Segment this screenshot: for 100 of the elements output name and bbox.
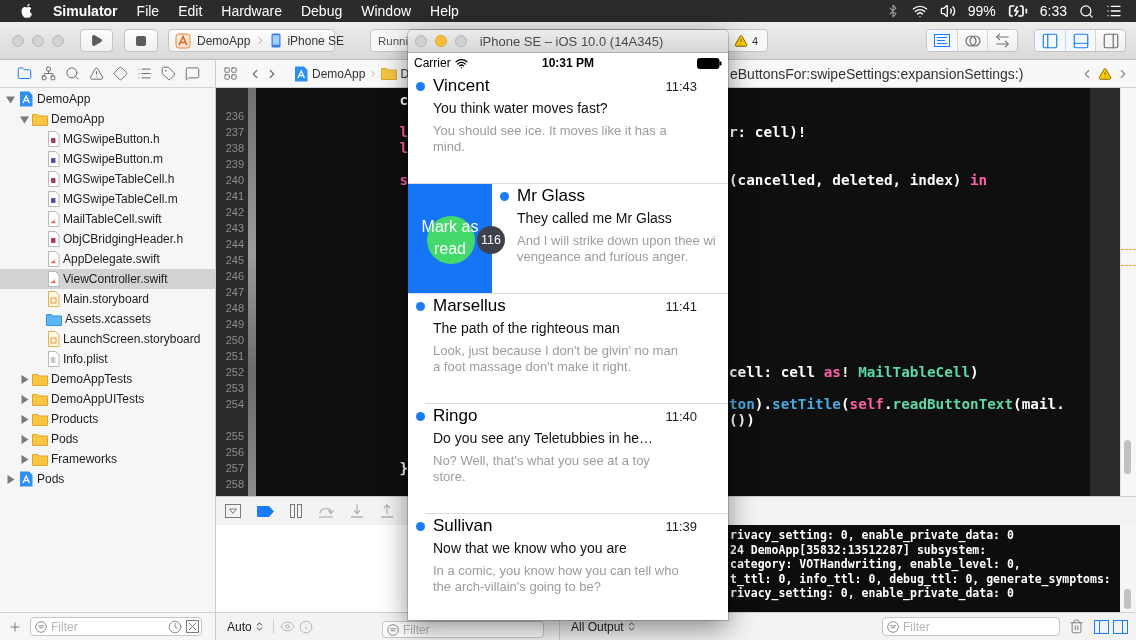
disclosure-triangle-icon[interactable] (5, 94, 15, 104)
wifi-icon[interactable] (911, 3, 928, 19)
scrollbar-thumb[interactable] (1124, 589, 1131, 609)
tree-row[interactable]: Pods (0, 469, 215, 489)
scrollbar-track[interactable] (1120, 88, 1136, 496)
apple-icon[interactable] (20, 3, 34, 19)
console-view-icon[interactable] (1113, 619, 1128, 634)
tree-row[interactable]: MGSwipeTableCell.m (0, 189, 215, 209)
breakpoint-icon[interactable] (257, 505, 274, 517)
menu-bar-clock[interactable]: 6:33 (1039, 0, 1067, 22)
disclosure-triangle-icon[interactable] (19, 454, 29, 464)
navigator-tab[interactable] (40, 65, 56, 82)
project-icon (293, 65, 309, 82)
navigator-tab[interactable] (64, 65, 80, 82)
navigator-tab[interactable] (16, 65, 32, 82)
collapse-icon[interactable] (225, 504, 241, 518)
menu-item[interactable]: Edit (178, 0, 203, 22)
sender-name: Mr Glass (517, 186, 585, 206)
scrollbar-track[interactable] (1120, 525, 1136, 612)
tree-row[interactable]: MailTableCell.swift (0, 209, 215, 229)
clock-icon[interactable] (168, 619, 182, 634)
tree-row[interactable]: MGSwipeButton.h (0, 129, 215, 149)
file-name: MGSwipeButton.h (63, 132, 160, 146)
tree-row[interactable]: Info.plist (0, 349, 215, 369)
navigator-tab[interactable] (136, 65, 152, 82)
code-text: ()) (728, 412, 755, 428)
warning-icon[interactable] (733, 33, 748, 48)
tree-row[interactable]: MGSwipeTableCell.h (0, 169, 215, 189)
filter-field[interactable]: Filter (30, 617, 202, 636)
folder-icon (16, 66, 32, 81)
filter-toggle-icon[interactable] (186, 620, 199, 633)
step-out-icon[interactable] (380, 504, 394, 518)
run-button[interactable] (80, 29, 113, 52)
output-selector[interactable]: All Output (571, 619, 637, 634)
disclosure-triangle-icon[interactable] (19, 374, 29, 384)
destination-button[interactable]: iPhone SE (269, 30, 347, 51)
tree-row[interactable]: Pods (0, 429, 215, 449)
menu-item[interactable]: Window (361, 0, 412, 22)
source-file-icon (46, 191, 60, 207)
scheme-button[interactable]: DemoApp (173, 30, 253, 51)
tree-row[interactable]: Main.storyboard (0, 289, 215, 309)
app-menu[interactable]: Simulator (53, 0, 118, 22)
grid-icon[interactable] (223, 66, 238, 81)
warning-icon[interactable] (1098, 66, 1112, 81)
scope-selector[interactable]: Auto (227, 619, 265, 634)
app-icon (175, 32, 191, 49)
navigator-tab[interactable] (88, 65, 104, 82)
mail-subject: Do you see any Teletubbies in he… (433, 429, 653, 447)
tree-row[interactable]: Assets.xcassets (0, 309, 215, 329)
menu-item[interactable]: Hardware (221, 0, 282, 22)
tree-row[interactable]: ViewController.swift (0, 269, 215, 289)
disclosure-triangle-icon[interactable] (5, 474, 15, 484)
disclosure-triangle-icon[interactable] (19, 394, 29, 404)
code-folding-ribbon[interactable] (248, 88, 256, 496)
tree-row[interactable]: LaunchScreen.storyboard (0, 329, 215, 349)
plist-file-icon (46, 351, 60, 367)
warning-marker (1121, 249, 1136, 251)
menu-item[interactable]: File (136, 0, 160, 22)
filter-field[interactable]: Filter (382, 621, 544, 638)
scrollbar-thumb[interactable] (1124, 440, 1131, 474)
line-number: 254 (224, 397, 245, 412)
tree-row[interactable]: MGSwipeButton.m (0, 149, 215, 169)
tree-row[interactable]: DemoApp (0, 89, 215, 109)
file-name: Main.storyboard (63, 292, 150, 306)
disclosure-triangle-icon[interactable] (19, 434, 29, 444)
tree-row[interactable]: AppDelegate.swift (0, 249, 215, 269)
disclosure-triangle-icon[interactable] (19, 114, 29, 124)
search-icon[interactable] (1079, 3, 1094, 19)
menu-item[interactable]: Debug (300, 0, 343, 22)
tree-row[interactable]: DemoAppTests (0, 369, 215, 389)
tree-row[interactable]: Products (0, 409, 215, 429)
variables-view-icon[interactable] (1094, 619, 1109, 634)
navigator-tab[interactable] (112, 65, 128, 82)
warning-count: 4 (751, 34, 758, 47)
tree-row[interactable]: Frameworks (0, 449, 215, 469)
navigator-tab[interactable] (184, 65, 200, 82)
folder-icon (32, 432, 48, 446)
list-icon[interactable] (1106, 3, 1122, 19)
mail-row[interactable]: Ringo 11:40 Do you see any Teletubbies in he… No? Well, that's what you see at a toy store. (408, 403, 728, 513)
filter-field[interactable]: Filter (882, 617, 1060, 636)
trash-icon[interactable] (1069, 619, 1084, 634)
navigator-tab[interactable] (160, 65, 176, 82)
editor-mode-button[interactable] (927, 30, 957, 51)
panel-toggle-button[interactable] (1035, 30, 1065, 51)
menu-item[interactable]: Help (430, 0, 459, 22)
path-item[interactable]: DemoApp (293, 65, 366, 82)
path-item[interactable]: D (381, 66, 408, 81)
volume-icon[interactable] (939, 3, 956, 19)
panel-toggle-button[interactable] (1065, 30, 1095, 51)
tree-row[interactable]: DemoApp (0, 109, 215, 129)
disclosure-triangle-icon[interactable] (19, 414, 29, 424)
mail-row[interactable]: Sullivan 11:39 Now that we know who you are In a comic, you know how you can tell who the arch-villain's going to be? (408, 513, 728, 620)
mail-row[interactable]: Marsellus 11:41 The path of the righteous man Look, just because I don't be givin' no man a foot massage don't make it right. (408, 293, 728, 403)
stop-button[interactable] (124, 29, 158, 52)
mail-row[interactable]: Vincent 11:43 You think water moves fast? You should see ice. It moves like it has a mind. (408, 73, 728, 183)
tree-row[interactable]: DemoAppUITests (0, 389, 215, 409)
pause-icon[interactable] (290, 504, 302, 518)
mail-time: 11:41 (665, 298, 697, 314)
symbol-path-item[interactable]: eButtonsFor:swipeSettings:expansionSettings:) (730, 65, 1024, 82)
tree-row[interactable]: ObjCBridgingHeader.h (0, 229, 215, 249)
